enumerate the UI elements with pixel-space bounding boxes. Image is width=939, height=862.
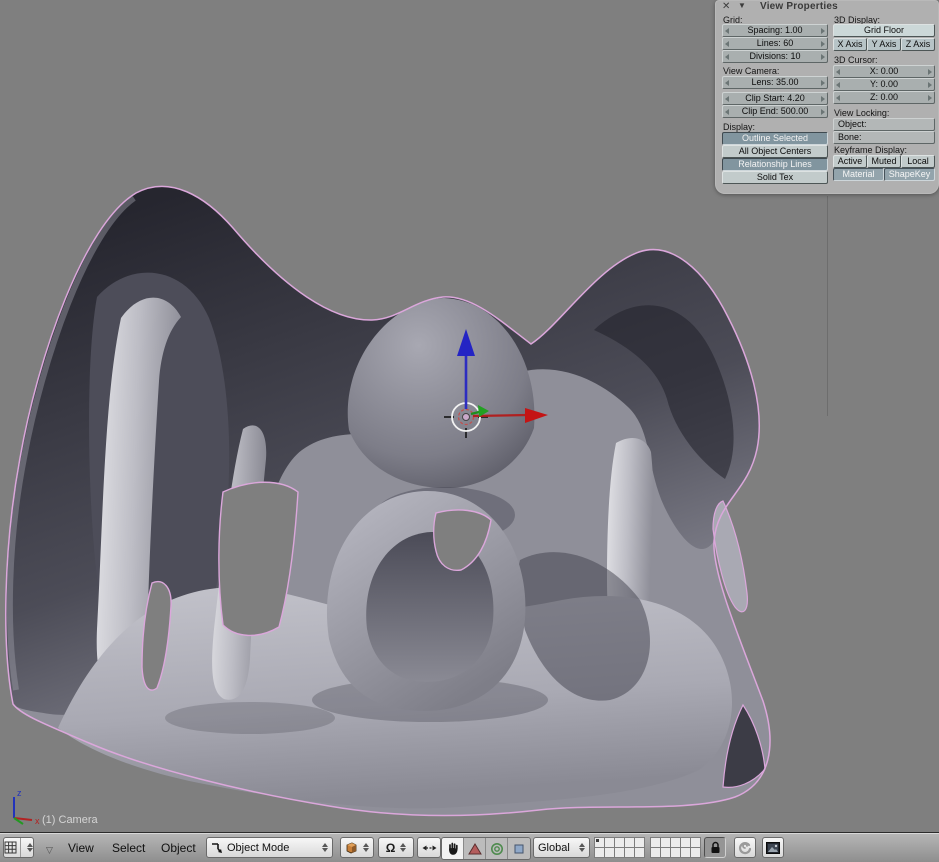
outline-selected-toggle[interactable]: Outline Selected [722, 132, 828, 145]
swirl-icon [738, 841, 752, 855]
gizmo-x-label: x [35, 816, 40, 826]
cursor-x-field[interactable]: X: 0.00 [833, 65, 935, 78]
view-properties-panel: ✕ ▼ View Properties Grid: Spacing: 1.00 … [715, 0, 939, 194]
scale-manipulator-button[interactable] [508, 838, 530, 859]
3d-cursor-label: 3D Cursor: [834, 55, 878, 65]
keyframe-local-toggle[interactable]: Local [901, 155, 935, 168]
pivot-omega-icon: Ω [386, 841, 396, 855]
camera-name-label: (1) Camera [42, 814, 99, 826]
keyframe-shapekey-toggle[interactable]: ShapeKey [884, 168, 935, 181]
z-axis-toggle[interactable]: Z Axis [901, 38, 935, 51]
display-label: Display: [723, 122, 755, 132]
lock-layers-button[interactable] [704, 837, 726, 858]
grid-spacing-field[interactable]: Spacing: 1.00 [722, 24, 828, 37]
translate-manipulator-button[interactable] [464, 838, 486, 859]
collapse-icon[interactable]: ▼ [738, 1, 746, 10]
proportional-swirl-button[interactable] [734, 837, 756, 858]
grid-floor-toggle[interactable]: Grid Floor [833, 24, 935, 37]
keyframe-muted-toggle[interactable]: Muted [867, 155, 901, 168]
clip-start-field[interactable]: Clip Start: 4.20 [722, 92, 828, 105]
all-object-centers-toggle[interactable]: All Object Centers [722, 145, 828, 158]
lock-icon [710, 841, 721, 854]
lock-object-field[interactable]: Object: [833, 118, 935, 131]
render-window-button[interactable] [762, 837, 784, 858]
scale-square-icon [514, 844, 524, 854]
x-axis-toggle[interactable]: X Axis [833, 38, 867, 51]
translate-triangle-icon [468, 843, 482, 855]
pivot-point-button[interactable]: Ω [378, 837, 414, 858]
manipulator-group [441, 837, 531, 860]
draw-type-solid-icon [345, 841, 358, 854]
mesh-floor-shadow-2 [165, 702, 335, 734]
keyframe-material-toggle[interactable]: Material [833, 168, 884, 181]
mode-dropdown[interactable]: Object Mode [206, 837, 333, 858]
orientation-dropdown-arrows [579, 843, 585, 852]
blender-3d-view: { "panel": { "title": "View Properties",… [0, 0, 939, 862]
editor-type-dropdown-arrows [27, 843, 33, 852]
editor-type-button[interactable] [3, 837, 34, 858]
rotate-manipulator-button[interactable] [486, 838, 508, 859]
view-locking-label: View Locking: [834, 108, 889, 118]
mode-dropdown-label: Object Mode [227, 842, 317, 854]
orientation-label: Global [538, 842, 574, 854]
pivot-dropdown-arrows [400, 843, 406, 852]
keyframe-active-toggle[interactable]: Active [833, 155, 867, 168]
layer-button[interactable] [634, 847, 645, 858]
gizmo-z-label: z [17, 788, 22, 798]
orientation-dropdown[interactable]: Global [533, 837, 590, 858]
layer-buttons-group-2 [651, 838, 701, 858]
viewport-3d[interactable]: z x (1) Camera ✕ ▼ View Properties Grid:… [0, 0, 939, 832]
viewport-header-bar: ▽ View Select Object Object Mode Ω [0, 832, 939, 862]
draw-type-dropdown-arrows [363, 843, 369, 852]
cursor-z-field[interactable]: Z: 0.00 [833, 91, 935, 104]
grid-lines-field[interactable]: Lines: 60 [722, 37, 828, 50]
menu-view[interactable]: View [68, 841, 94, 855]
menu-select[interactable]: Select [112, 841, 145, 855]
view-camera-label: View Camera: [723, 66, 779, 76]
panel-header: ✕ ▼ View Properties [715, 0, 939, 13]
draw-type-button[interactable] [340, 837, 374, 858]
lens-field[interactable]: Lens: 35.00 [722, 76, 828, 89]
move-object-centers-icon [422, 843, 437, 853]
move-centers-button[interactable] [417, 837, 441, 858]
layer-buttons-group-1 [595, 838, 645, 858]
relationship-lines-toggle[interactable]: Relationship Lines [722, 158, 828, 171]
solid-tex-toggle[interactable]: Solid Tex [722, 171, 828, 184]
divider [20, 838, 21, 857]
grid-divisions-field[interactable]: Divisions: 10 [722, 50, 828, 63]
menu-object[interactable]: Object [161, 841, 196, 855]
y-axis-toggle[interactable]: Y Axis [867, 38, 901, 51]
editor-grid-icon [4, 841, 17, 854]
cursor-y-field[interactable]: Y: 0.00 [833, 78, 935, 91]
panel-title: View Properties [760, 1, 838, 12]
manipulator-toggle-button[interactable] [442, 838, 464, 859]
rotate-circle-icon [490, 842, 504, 856]
layer-button[interactable] [690, 847, 701, 858]
mode-dropdown-arrows [322, 843, 328, 852]
cursor-center-dot [463, 414, 470, 421]
menu-collapse-icon[interactable]: ▽ [46, 845, 53, 856]
keyframe-display-label: Keyframe Display: [834, 145, 907, 155]
lock-bone-field[interactable]: Bone: [833, 131, 935, 144]
object-mode-icon [211, 842, 223, 854]
render-image-icon [766, 842, 780, 854]
clip-end-field[interactable]: Clip End: 500.00 [722, 105, 828, 118]
close-icon[interactable]: ✕ [722, 1, 730, 12]
mini-axis-gizmo: z x [14, 788, 40, 826]
hand-icon [446, 841, 460, 856]
